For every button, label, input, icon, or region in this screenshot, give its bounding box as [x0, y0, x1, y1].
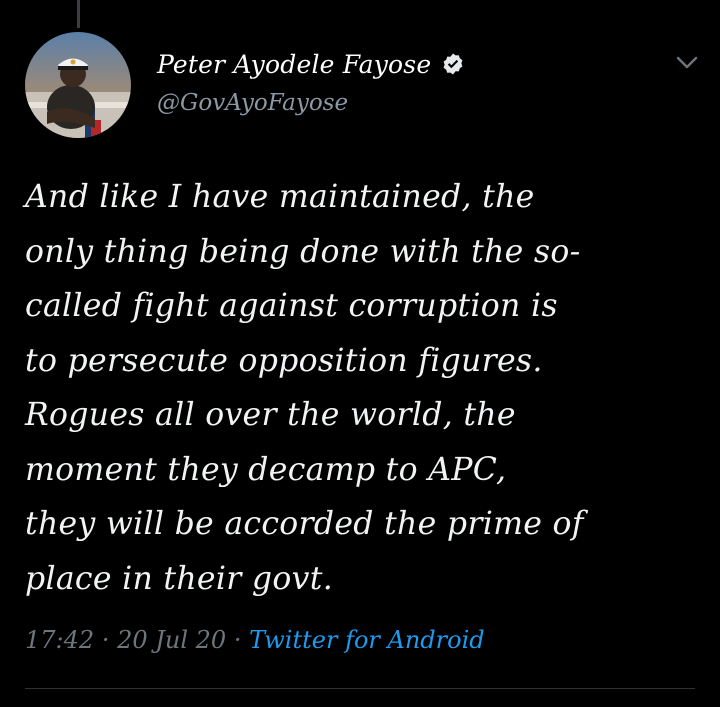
- thread-connector-line: [77, 0, 80, 28]
- name-row: Peter Ayodele Fayose: [157, 46, 677, 82]
- tweet-time[interactable]: 17:42: [25, 626, 94, 654]
- avatar[interactable]: [25, 32, 131, 138]
- avatar-image: [25, 32, 131, 138]
- user-handle[interactable]: @GovAyoFayose: [157, 90, 677, 116]
- tweet-source-link[interactable]: Twitter for Android: [249, 626, 485, 654]
- tweet-meta: 17:42 · 20 Jul 20 · Twitter for Android: [25, 626, 485, 654]
- divider: [25, 688, 695, 689]
- tweet-date[interactable]: 20 Jul 20: [117, 626, 226, 654]
- meta-separator: ·: [233, 626, 242, 654]
- display-name[interactable]: Peter Ayodele Fayose: [157, 50, 431, 79]
- chevron-down-icon[interactable]: [670, 50, 704, 76]
- meta-separator: ·: [101, 626, 110, 654]
- verified-badge-icon: [443, 53, 463, 75]
- tweet-text: And like I have maintained, the only thi…: [25, 179, 584, 597]
- tweet-header: Peter Ayodele Fayose @GovAyoFayose: [157, 46, 677, 116]
